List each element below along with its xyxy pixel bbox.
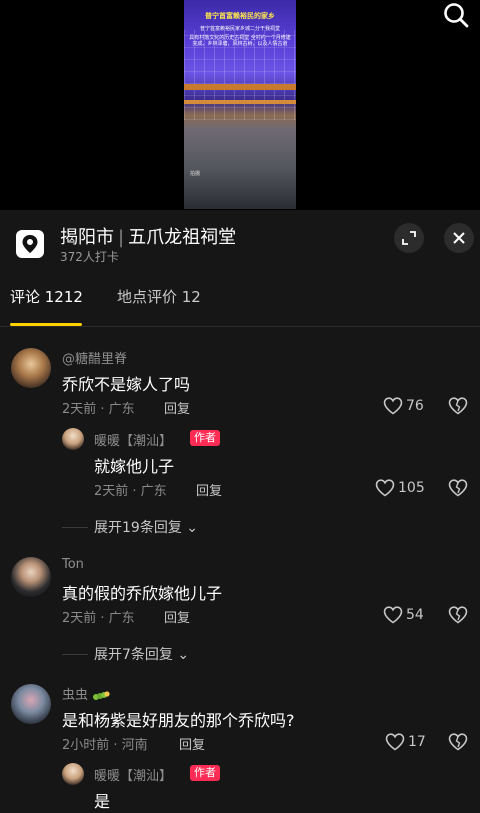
chevron-down-icon: ⌄ <box>186 520 199 536</box>
comment-panel: 揭阳市 | 五爪龙祖祠堂 372人打卡 评论 1212 地点评价 12 @糖醋里脊 … <box>0 210 480 813</box>
location-separator: | <box>118 227 125 248</box>
avatar[interactable] <box>62 428 84 450</box>
video-beam <box>184 100 296 104</box>
location-city: 揭阳市 <box>60 227 114 248</box>
expand-replies-button[interactable]: 展开7条回复 ⌄ <box>94 644 189 664</box>
video-caption-sub-line: 普宁首富赖裕民家乡城二分干我祠堂 <box>199 26 280 32</box>
expand-replies-label: 展开7条回复 <box>94 647 173 663</box>
video-watermark: 拍摄 <box>190 171 201 177</box>
like-count: 76 <box>406 398 424 414</box>
like-heart-icon[interactable] <box>375 479 395 497</box>
video-caption-sub: 普宁首富赖裕民家乡城二分干我祠堂 具有村落文化的历史古祠堂 全村约一个月修建完成… <box>188 26 292 47</box>
comment-meta: 2天前 · 广东 <box>62 402 135 417</box>
tab-comments[interactable]: 评论 1212 <box>10 286 83 307</box>
like-heart-icon[interactable] <box>385 733 405 751</box>
like-count: 54 <box>406 607 424 623</box>
like-heart-icon[interactable] <box>383 397 403 415</box>
avatar[interactable] <box>11 557 51 597</box>
search-button[interactable] <box>440 0 472 32</box>
video-thumbnail[interactable]: 普宁首富赖裕民的家乡 普宁首富赖裕民家乡城二分干我祠堂 具有村落文化的历史古祠堂… <box>184 0 296 209</box>
reply-button[interactable]: 回复 <box>196 480 222 499</box>
checkin-count: 372人打卡 <box>60 250 119 264</box>
comment-text: 是和杨紫是好朋友的那个乔欣吗? <box>62 711 295 730</box>
dislike-heart-icon[interactable] <box>448 606 468 624</box>
comment-meta: 2天前 · 广东 <box>62 611 135 626</box>
active-tab-indicator <box>10 323 82 326</box>
reply-button[interactable]: 回复 <box>179 734 205 753</box>
tab-location-reviews[interactable]: 地点评价 12 <box>117 286 201 307</box>
close-button[interactable] <box>444 223 474 253</box>
dislike-heart-icon[interactable] <box>448 397 468 415</box>
author-badge: 作者 <box>190 765 220 781</box>
search-icon <box>444 3 469 28</box>
comment-tabs: 评论 1212 地点评价 12 <box>0 282 480 327</box>
like-count: 105 <box>398 480 425 496</box>
reply-username[interactable]: 暖暖【潮汕】 <box>94 430 172 449</box>
video-caption-title: 普宁首富赖裕民的家乡 <box>205 12 275 20</box>
location-place: 五爪龙祖祠堂 <box>128 227 237 248</box>
expand-replies-button[interactable]: 展开19条回复 ⌄ <box>94 517 198 537</box>
comment-username[interactable]: 虫虫 <box>62 684 110 703</box>
comment-text: 乔欣不是嫁人了吗 <box>62 375 191 394</box>
reply-text: 就嫁他儿子 <box>94 457 175 476</box>
location-pin-button[interactable] <box>16 230 44 258</box>
location-header[interactable]: 揭阳市 | 五爪龙祖祠堂 372人打卡 <box>0 210 480 270</box>
dislike-heart-icon[interactable] <box>448 733 468 751</box>
comment-username[interactable]: @糖醋里脊 <box>62 348 127 367</box>
reply-meta: 2天前 · 广东 <box>94 484 167 499</box>
avatar[interactable] <box>11 348 51 388</box>
location-pin-icon <box>22 235 38 253</box>
video-beam <box>184 84 296 90</box>
expand-divider <box>62 654 88 655</box>
expand-divider <box>62 527 88 528</box>
author-badge: 作者 <box>190 430 220 446</box>
reply-text: 是 <box>94 792 111 811</box>
chevron-down-icon: ⌄ <box>177 647 190 663</box>
reply-username[interactable]: 暖暖【潮汕】 <box>94 765 172 784</box>
comment-username-text: 虫虫 <box>62 688 89 703</box>
reply-button[interactable]: 回复 <box>164 607 190 626</box>
like-heart-icon[interactable] <box>383 606 403 624</box>
expand-icon <box>402 231 416 245</box>
video-area[interactable]: 普宁首富赖裕民的家乡 普宁首富赖裕民家乡城二分干我祠堂 具有村落文化的历史古祠堂… <box>0 0 480 210</box>
avatar[interactable] <box>11 684 51 724</box>
caterpillar-emoji-icon <box>93 690 110 700</box>
like-count: 17 <box>408 734 426 750</box>
video-caption-body: 具有村落文化的历史古祠堂 全村约一个月修建完成，乡林泽塘，风林古树，以及人情古道 <box>189 35 291 47</box>
comment-meta: 2小时前 · 河南 <box>62 738 148 753</box>
close-icon <box>453 232 465 244</box>
comment-username[interactable]: Ton <box>62 557 84 572</box>
avatar[interactable] <box>62 763 84 785</box>
location-title[interactable]: 揭阳市 | 五爪龙祖祠堂 <box>60 223 236 249</box>
expand-replies-label: 展开19条回复 <box>94 520 182 536</box>
reply-button[interactable]: 回复 <box>164 398 190 417</box>
comment-text: 真的假的乔欣嫁他儿子 <box>62 584 223 603</box>
dislike-heart-icon[interactable] <box>448 479 468 497</box>
expand-button[interactable] <box>394 223 424 253</box>
